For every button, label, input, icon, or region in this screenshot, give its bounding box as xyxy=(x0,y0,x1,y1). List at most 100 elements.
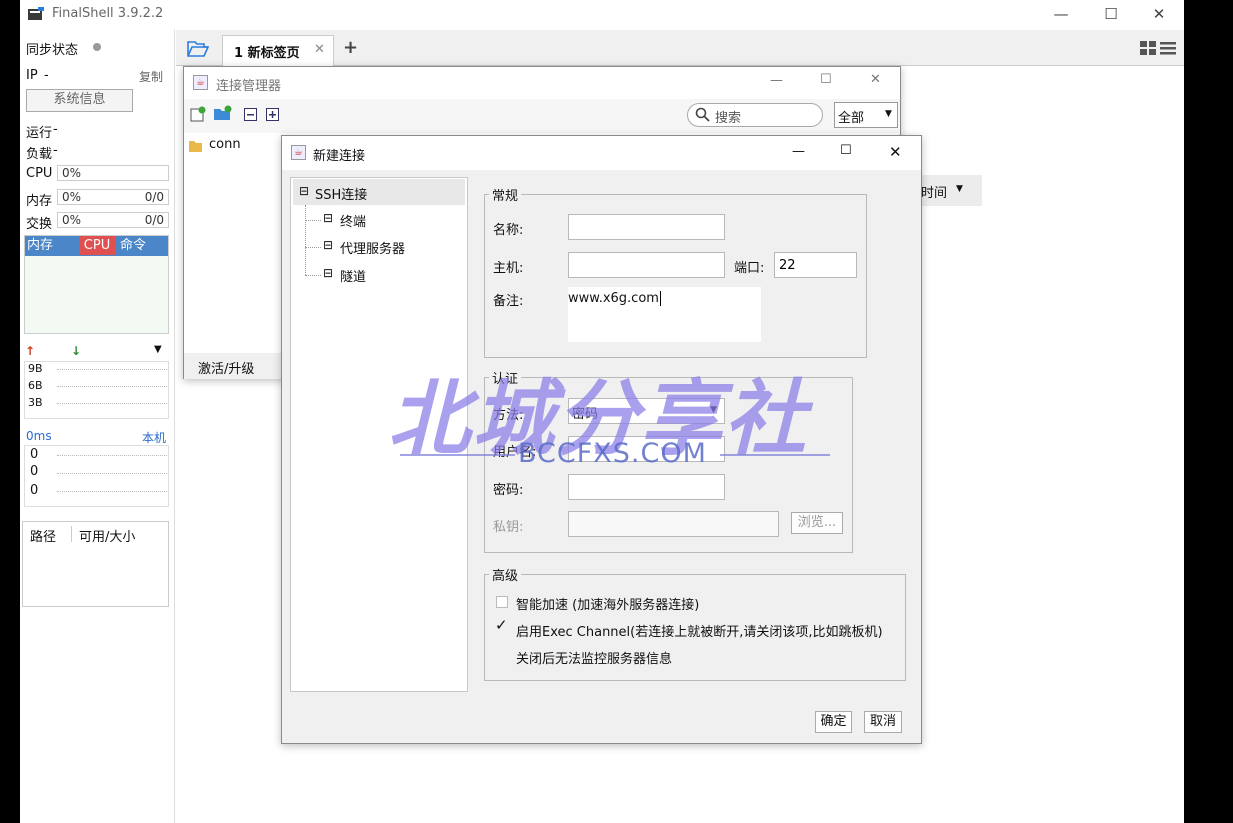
network-dropdown-icon[interactable]: ▼ xyxy=(154,344,162,355)
grid-line xyxy=(57,386,167,387)
sort-label: 时间 xyxy=(921,186,948,201)
latency-host[interactable]: 本机 xyxy=(142,429,166,446)
cm-search-placeholder: 搜索 xyxy=(715,111,742,126)
username-field[interactable] xyxy=(568,436,725,462)
process-header-memory[interactable]: 内存 xyxy=(27,236,53,255)
ok-button[interactable]: 确定 xyxy=(815,711,852,733)
cm-minimize-button[interactable]: — xyxy=(770,73,783,88)
note-label: 备注: xyxy=(493,294,524,309)
swap-meter: 0% 0/0 xyxy=(57,212,169,228)
sort-select[interactable]: 时间 ▼ xyxy=(918,175,982,206)
accel-checkbox[interactable] xyxy=(496,596,508,608)
new-connection-dialog: ☕ 新建连接 — ☐ ✕ ⊟ SSH连接 ⊟ 终端 ⊟ 代理服务器 ⊟ 隧道 常… xyxy=(281,135,922,744)
load-value: - xyxy=(53,143,58,158)
disk-header-size[interactable]: 可用/大小 xyxy=(79,526,135,545)
process-header-command[interactable]: 命令 xyxy=(120,236,146,255)
grid-line xyxy=(57,491,167,492)
tree-item-terminal[interactable]: ⊟ 终端 xyxy=(305,210,455,232)
upload-arrow-icon: ↑ xyxy=(25,344,36,358)
cm-search-box[interactable]: 搜索 xyxy=(687,103,823,127)
name-field[interactable] xyxy=(568,214,725,240)
cm-filter-select[interactable]: 全部 ▼ xyxy=(834,102,898,128)
latency-value: 0 xyxy=(30,447,39,462)
port-field[interactable] xyxy=(774,252,857,278)
new-folder-icon[interactable] xyxy=(213,105,233,125)
collapse-icon[interactable]: ⊟ xyxy=(323,266,333,280)
sidebar: 同步状态 IP - 复制 系统信息 运行 - 负载 - CPU 0% 内存 0%… xyxy=(20,30,175,823)
memory-extra: 0/0 xyxy=(144,190,164,204)
run-label: 运行 xyxy=(26,126,53,141)
tab-new-tab[interactable]: 1 新标签页 ✕ xyxy=(222,35,334,66)
tree-item-tunnel[interactable]: ⊟ 隧道 xyxy=(305,265,455,287)
run-value: - xyxy=(53,122,58,137)
private-key-label: 私钥: xyxy=(493,520,524,535)
note-field[interactable]: www.x6g.com xyxy=(568,287,761,342)
nc-close-button[interactable]: ✕ xyxy=(889,143,902,161)
tree-connector xyxy=(305,275,321,276)
nc-minimize-button[interactable]: — xyxy=(792,144,805,159)
copy-link[interactable]: 复制 xyxy=(139,68,163,85)
grid-view-icon[interactable] xyxy=(1140,41,1156,59)
process-header-cpu[interactable]: CPU xyxy=(79,236,115,255)
nc-maximize-button[interactable]: ☐ xyxy=(840,143,852,158)
exec-checkbox[interactable]: ✓ xyxy=(495,618,509,633)
maximize-button[interactable]: ☐ xyxy=(1088,0,1134,30)
collapse-icon[interactable]: ⊟ xyxy=(323,211,333,225)
activate-upgrade-button[interactable]: 激活/升级 xyxy=(198,358,254,377)
memory-value: 0% xyxy=(62,190,82,204)
add-tab-icon[interactable]: + xyxy=(343,37,358,58)
close-button[interactable]: ✕ xyxy=(1136,0,1182,30)
sync-status-dot-icon xyxy=(93,43,101,51)
tree-connector xyxy=(305,220,321,221)
chevron-down-icon: ▼ xyxy=(885,109,892,119)
host-label: 主机: xyxy=(493,261,524,276)
method-select[interactable]: 密码 ▼ xyxy=(568,398,725,424)
swap-extra: 0/0 xyxy=(144,213,164,227)
new-connection-title: 新建连接 xyxy=(313,149,366,164)
memory-meter: 0% 0/0 xyxy=(57,189,169,205)
advanced-group-title: 高级 xyxy=(489,565,522,584)
browse-button[interactable]: 浏览... xyxy=(791,512,843,534)
tree-connector xyxy=(305,247,321,248)
connection-manager-titlebar: ☕ 连接管理器 — ☐ ✕ xyxy=(184,67,900,99)
collapse-icon[interactable]: ⊟ xyxy=(323,238,333,252)
note-value: www.x6g.com xyxy=(568,291,661,306)
load-label: 负载 xyxy=(26,147,53,162)
tree-item-ssh[interactable]: ⊟ SSH连接 xyxy=(293,179,465,205)
latency-value: 0 xyxy=(30,464,39,479)
chevron-down-icon: ▼ xyxy=(956,184,963,194)
process-table: 内存 CPU 命令 xyxy=(24,235,169,334)
tab-close-icon[interactable]: ✕ xyxy=(314,42,325,57)
folder-open-icon[interactable] xyxy=(187,39,210,61)
host-field[interactable] xyxy=(568,252,725,278)
disk-header-divider xyxy=(71,526,72,542)
cm-close-button[interactable]: ✕ xyxy=(870,72,881,87)
tab-bar: 1 新标签页 ✕ + xyxy=(176,30,1184,66)
cancel-button[interactable]: 取消 xyxy=(864,711,902,733)
minimize-button[interactable]: — xyxy=(1038,0,1084,30)
password-field[interactable] xyxy=(568,474,725,500)
list-view-icon[interactable] xyxy=(1160,41,1176,59)
tree-item-label: 代理服务器 xyxy=(340,242,406,257)
auth-group-title: 认证 xyxy=(489,368,522,387)
list-item[interactable]: conn xyxy=(187,136,277,156)
tree-item-proxy[interactable]: ⊟ 代理服务器 xyxy=(305,237,455,259)
latency-graph: 0 0 0 xyxy=(24,445,169,507)
download-arrow-icon: ↓ xyxy=(71,344,82,358)
process-header: 内存 CPU 命令 xyxy=(25,236,168,256)
expand-all-icon[interactable] xyxy=(266,108,279,125)
tab-label: 1 新标签页 xyxy=(234,46,300,61)
general-group: 常规 名称: 主机: 端口: 备注: www.x6g.com xyxy=(484,185,867,358)
collapse-all-icon[interactable] xyxy=(244,108,257,125)
disk-header-path[interactable]: 路径 xyxy=(30,526,56,545)
system-info-button[interactable]: 系统信息 xyxy=(26,89,133,112)
new-file-icon[interactable] xyxy=(190,106,206,126)
collapse-icon[interactable]: ⊟ xyxy=(299,184,309,198)
ip-label: IP xyxy=(26,68,38,83)
private-key-field[interactable] xyxy=(568,511,779,537)
new-connection-titlebar: ☕ 新建连接 — ☐ ✕ xyxy=(282,136,921,170)
cm-maximize-button[interactable]: ☐ xyxy=(820,72,832,87)
search-icon xyxy=(695,107,710,126)
method-value: 密码 xyxy=(572,407,599,422)
username-label: 用户名: xyxy=(493,445,537,460)
